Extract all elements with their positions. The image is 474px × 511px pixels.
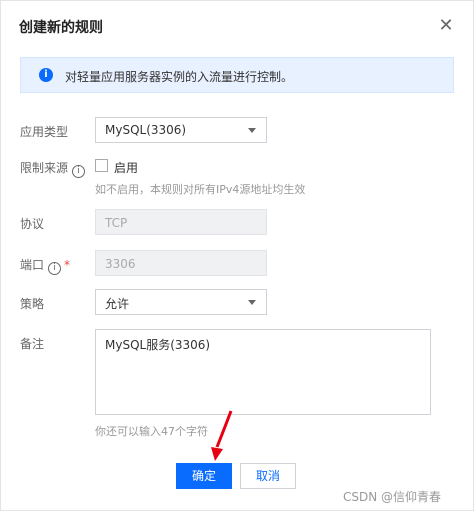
cancel-button[interactable]: 取消 (240, 463, 296, 489)
help-icon[interactable]: i (48, 262, 62, 275)
remark-value: MySQL服务(3306) (105, 338, 211, 352)
remark-textarea[interactable]: MySQL服务(3306) (95, 329, 431, 415)
policy-label: 策略 (20, 297, 45, 311)
protocol-field: TCP (95, 209, 267, 235)
remark-hint: 你还可以输入47个字符 (95, 425, 208, 438)
policy-select[interactable]: 允许 (95, 289, 267, 315)
close-icon[interactable]: ✕ (435, 15, 457, 37)
source-label-text: 限制来源 (20, 161, 69, 175)
protocol-value: TCP (105, 216, 128, 230)
port-field: 3306 (95, 250, 267, 276)
port-label: 端口 i * (20, 256, 70, 275)
app-type-label: 应用类型 (20, 125, 69, 139)
app-type-value: MySQL(3306) (105, 123, 187, 137)
app-type-select[interactable]: MySQL(3306) (95, 117, 267, 143)
chevron-down-icon (248, 300, 256, 305)
help-icon[interactable]: i (72, 165, 86, 178)
watermark: CSDN @信仰青春 (343, 490, 442, 504)
enable-source-checkbox[interactable] (95, 159, 108, 172)
enable-source-label: 启用 (114, 161, 139, 175)
annotation-arrow (211, 410, 233, 461)
dialog-title: 创建新的规则 (19, 20, 103, 36)
source-label: 限制来源 i (20, 159, 86, 178)
remark-label: 备注 (20, 337, 45, 351)
required-mark: * (64, 258, 71, 272)
protocol-label: 协议 (20, 217, 45, 231)
chevron-down-icon (248, 128, 256, 133)
info-icon: i (39, 68, 53, 82)
policy-value: 允许 (105, 297, 130, 311)
port-label-text: 端口 (20, 258, 45, 272)
notice-text: 对轻量应用服务器实例的入流量进行控制。 (65, 70, 294, 84)
info-notice: i 对轻量应用服务器实例的入流量进行控制。 (20, 57, 454, 93)
create-rule-dialog: 创建新的规则 ✕ i 对轻量应用服务器实例的入流量进行控制。 应用类型 MySQ… (0, 0, 474, 511)
source-hint: 如不启用，本规则对所有IPv4源地址均生效 (95, 183, 306, 196)
port-value: 3306 (105, 257, 136, 271)
